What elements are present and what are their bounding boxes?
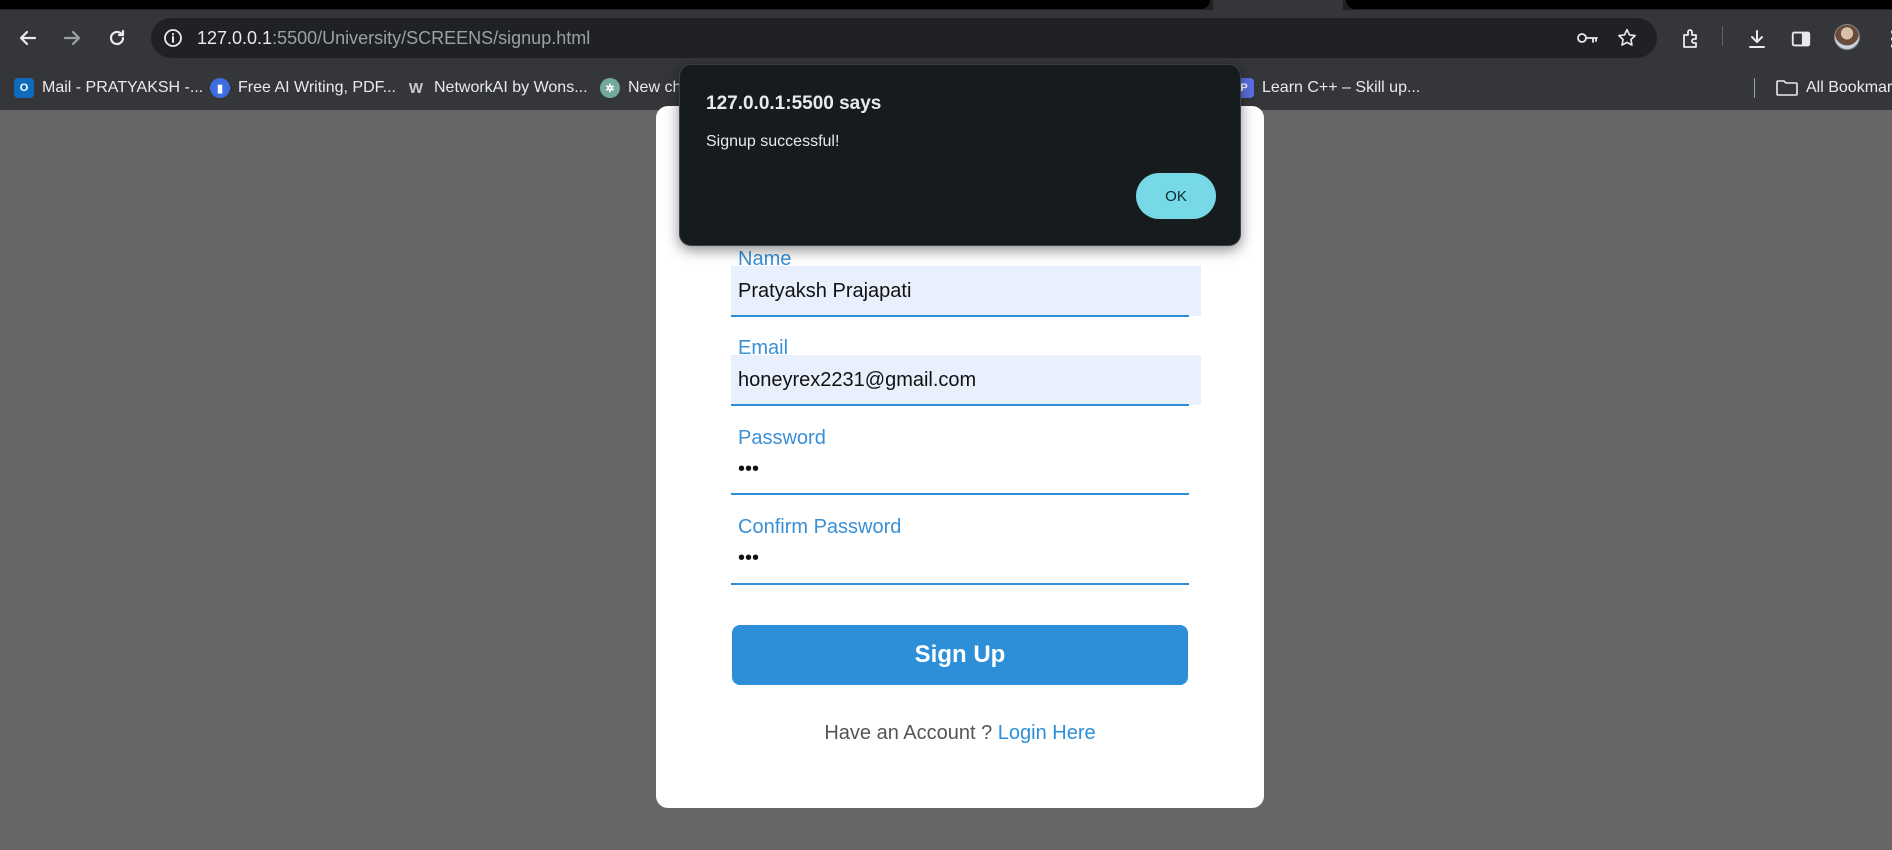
forward-button[interactable]	[54, 20, 90, 56]
bookmark-item[interactable]: O Mail - PRATYAKSH -...	[14, 76, 203, 100]
name-input[interactable]	[731, 266, 1201, 316]
download-icon[interactable]	[1744, 26, 1770, 52]
back-arrow-icon	[19, 30, 37, 46]
kebab-menu-icon[interactable]	[1880, 26, 1892, 52]
tab-background[interactable]	[1346, 0, 1892, 9]
networkai-icon: W	[408, 79, 424, 97]
confirm-password-underline	[731, 583, 1189, 585]
url-path: :5500/University/SCREENS/signup.html	[272, 28, 591, 48]
bookmark-item[interactable]: P Learn C++ – Skill up...	[1234, 76, 1420, 100]
password-input[interactable]	[731, 444, 1201, 494]
chatgpt-icon: ✲	[600, 78, 620, 98]
site-info-icon[interactable]	[161, 26, 185, 50]
bookmark-label: NetworkAI by Wons...	[434, 79, 588, 96]
dialog-message: Signup successful!	[706, 133, 840, 150]
bookmark-label: Mail - PRATYAKSH -...	[42, 79, 204, 96]
back-button[interactable]	[10, 20, 46, 56]
bookmark-label: New ch	[628, 79, 682, 96]
login-link[interactable]: Login Here	[998, 722, 1096, 744]
active-tab[interactable]	[1213, 0, 1343, 10]
bookmark-item[interactable]: W NetworkAI by Wons...	[406, 76, 588, 100]
ok-button[interactable]: OK	[1136, 173, 1216, 219]
url-host: 127.0.0.1	[197, 28, 273, 48]
bookmark-item[interactable]: ▮ Free AI Writing, PDF...	[210, 76, 396, 100]
tab-background[interactable]	[0, 0, 1210, 9]
folder-icon	[1776, 80, 1798, 96]
reload-button[interactable]	[99, 20, 135, 56]
address-bar[interactable]: 127.0.0.1:5500/University/SCREENS/signup…	[151, 18, 1657, 58]
sign-up-button[interactable]: Sign Up	[732, 625, 1188, 685]
outlook-icon: O	[14, 78, 34, 98]
side-panel-icon[interactable]	[1788, 26, 1814, 52]
login-prompt: Have an Account ? Login Here	[656, 722, 1264, 745]
alert-dialog: 127.0.0.1:5500 says Signup successful! O…	[679, 64, 1241, 246]
bookmark-item[interactable]: ✲ New ch	[600, 76, 681, 100]
url-text[interactable]: 127.0.0.1:5500/University/SCREENS/signup…	[197, 28, 590, 49]
bookmarks-divider	[1754, 78, 1755, 98]
bookmark-label: Learn C++ – Skill up...	[1262, 79, 1421, 96]
confirm-password-input[interactable]	[731, 533, 1201, 583]
bookmark-star-icon[interactable]	[1615, 26, 1639, 50]
password-underline	[731, 493, 1189, 495]
dialog-title: 127.0.0.1:5500 says	[706, 93, 882, 114]
name-underline	[731, 315, 1189, 317]
extensions-icon[interactable]	[1678, 26, 1704, 52]
password-key-icon[interactable]	[1575, 26, 1599, 50]
email-underline	[731, 404, 1189, 406]
email-input[interactable]	[731, 355, 1201, 405]
bookmark-label: Free AI Writing, PDF...	[238, 79, 396, 96]
profile-avatar[interactable]	[1834, 24, 1860, 50]
browser-toolbar: 127.0.0.1:5500/University/SCREENS/signup…	[0, 10, 1892, 66]
all-bookmarks-folder[interactable]: All Bookmarks	[1776, 76, 1892, 100]
toolbar-divider	[1722, 26, 1723, 46]
forward-arrow-icon	[63, 30, 81, 46]
writing-tool-icon: ▮	[210, 78, 230, 98]
reload-icon	[109, 29, 125, 46]
have-account-text: Have an Account ?	[824, 722, 998, 744]
all-bookmarks-label: All Bookmarks	[1806, 79, 1892, 96]
tab-strip	[0, 0, 1892, 10]
